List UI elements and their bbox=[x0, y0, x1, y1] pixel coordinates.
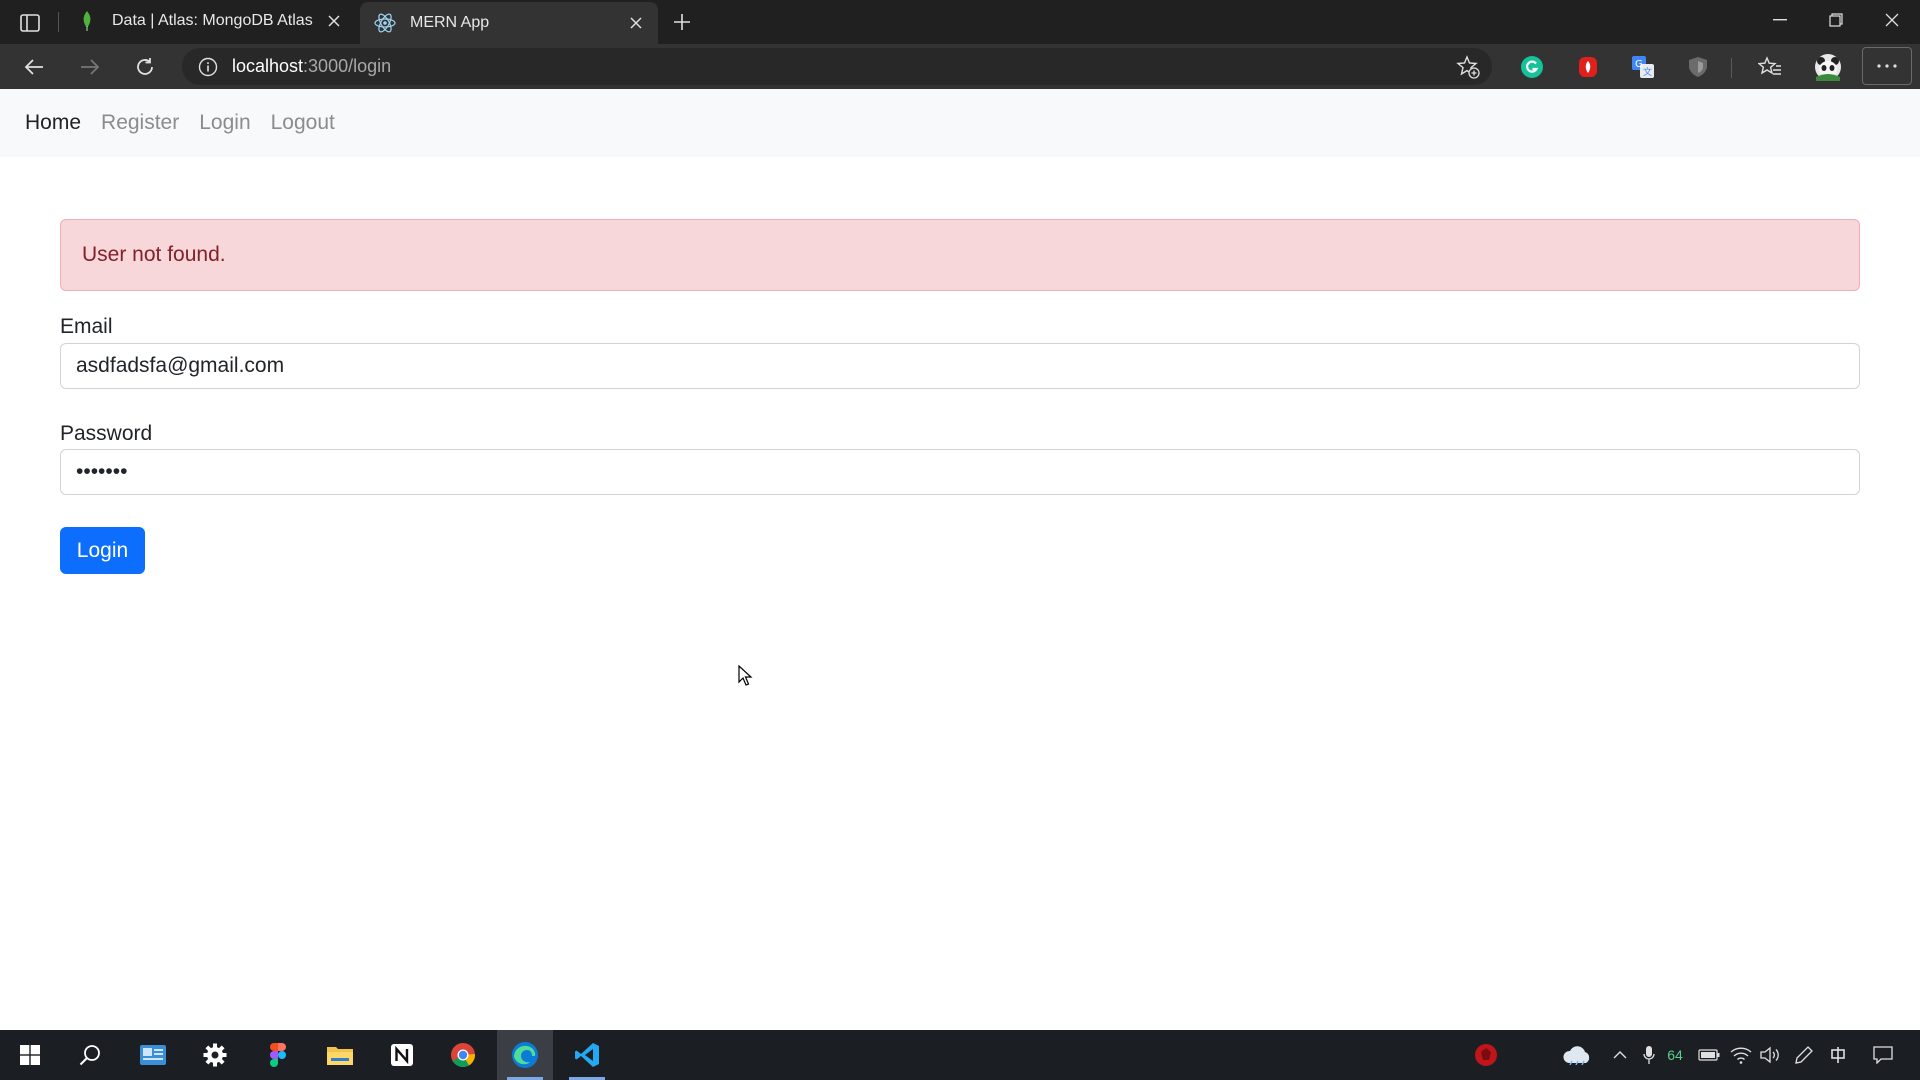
close-icon[interactable] bbox=[622, 9, 650, 37]
url-text: localhost:3000/login bbox=[232, 56, 391, 77]
tray-number-text: 64 bbox=[1667, 1047, 1683, 1063]
tray-app-red-icon[interactable] bbox=[1471, 1030, 1501, 1080]
extension-red-icon[interactable] bbox=[1573, 52, 1603, 82]
windows-start-icon[interactable] bbox=[2, 1030, 58, 1080]
email-field[interactable] bbox=[60, 343, 1860, 389]
file-explorer-icon[interactable] bbox=[312, 1030, 368, 1080]
close-icon[interactable] bbox=[320, 7, 348, 35]
minimize-icon[interactable] bbox=[1752, 0, 1808, 40]
tab-title: MERN App bbox=[410, 14, 490, 31]
input-method-icon[interactable] bbox=[1826, 1030, 1850, 1080]
react-icon bbox=[374, 12, 396, 34]
settings-icon[interactable] bbox=[187, 1030, 243, 1080]
notion-icon[interactable] bbox=[374, 1030, 430, 1080]
url-host: localhost bbox=[232, 56, 304, 76]
tab-separator bbox=[58, 12, 59, 32]
shield-icon[interactable] bbox=[1683, 52, 1713, 82]
nav-logout-link[interactable]: Logout bbox=[271, 111, 335, 135]
tab-actions-icon[interactable] bbox=[14, 10, 46, 36]
nav-login-link[interactable]: Login bbox=[199, 111, 250, 135]
chevron-up-icon[interactable] bbox=[1608, 1030, 1632, 1080]
pen-icon[interactable] bbox=[1792, 1030, 1816, 1080]
site-navbar: Home Register Login Logout bbox=[0, 89, 1920, 157]
back-arrow-icon[interactable] bbox=[16, 49, 52, 85]
more-options-icon[interactable] bbox=[1862, 47, 1912, 85]
vscode-icon[interactable] bbox=[559, 1030, 615, 1080]
chrome-icon[interactable] bbox=[435, 1030, 491, 1080]
battery-icon[interactable] bbox=[1696, 1030, 1722, 1080]
password-field[interactable] bbox=[60, 449, 1860, 495]
login-button[interactable]: Login bbox=[60, 527, 145, 574]
notifications-icon[interactable] bbox=[1868, 1030, 1898, 1080]
svg-text:G: G bbox=[1635, 59, 1643, 70]
tab-mern-app[interactable]: MERN App bbox=[360, 2, 658, 44]
add-favorite-icon[interactable] bbox=[1454, 53, 1482, 81]
edge-icon[interactable] bbox=[497, 1030, 553, 1080]
restore-icon[interactable] bbox=[1808, 0, 1864, 40]
refresh-icon[interactable] bbox=[127, 49, 163, 85]
info-icon[interactable] bbox=[196, 55, 220, 79]
url-path: :3000/login bbox=[303, 56, 392, 76]
windows-taskbar: 64 bbox=[0, 1030, 1920, 1080]
error-alert: User not found. bbox=[60, 219, 1860, 291]
nav-home-link[interactable]: Home bbox=[25, 111, 81, 135]
translate-icon[interactable]: G文 bbox=[1628, 52, 1658, 82]
svg-text:文: 文 bbox=[1643, 66, 1652, 78]
tray-number: 64 bbox=[1663, 1030, 1687, 1080]
profile-avatar-icon[interactable] bbox=[1813, 52, 1843, 82]
figma-icon[interactable] bbox=[250, 1030, 306, 1080]
mouse-cursor-icon bbox=[738, 665, 753, 686]
favorites-icon[interactable] bbox=[1755, 52, 1785, 82]
onedrive-weather-icon[interactable] bbox=[1560, 1030, 1594, 1080]
password-label: Password bbox=[60, 422, 153, 445]
tab-title: Data | Atlas: MongoDB Atlas bbox=[112, 12, 313, 29]
new-tab-icon[interactable] bbox=[666, 6, 698, 38]
mongodb-leaf-icon bbox=[76, 10, 98, 32]
tab-mongodb-atlas[interactable]: Data | Atlas: MongoDB Atlas bbox=[62, 2, 356, 40]
grammarly-icon[interactable] bbox=[1517, 52, 1547, 82]
window-controls bbox=[1752, 0, 1920, 40]
email-label: Email bbox=[60, 315, 113, 338]
search-icon[interactable] bbox=[62, 1030, 118, 1080]
page-content: Home Register Login Logout User not foun… bbox=[0, 89, 1920, 1030]
volume-icon[interactable] bbox=[1758, 1030, 1784, 1080]
alert-message: User not found. bbox=[82, 243, 226, 266]
browser-toolbar: localhost:3000/login G文 bbox=[0, 44, 1920, 89]
news-icon[interactable] bbox=[125, 1030, 181, 1080]
browser-tab-bar: Data | Atlas: MongoDB Atlas MERN App bbox=[0, 0, 1920, 44]
nav-register-link[interactable]: Register bbox=[101, 111, 179, 135]
forward-arrow-icon[interactable] bbox=[72, 49, 108, 85]
close-window-icon[interactable] bbox=[1864, 0, 1920, 40]
microphone-icon[interactable] bbox=[1638, 1030, 1660, 1080]
address-bar[interactable]: localhost:3000/login bbox=[182, 48, 1492, 85]
wifi-icon[interactable] bbox=[1728, 1030, 1754, 1080]
toolbar-separator bbox=[1731, 58, 1732, 78]
